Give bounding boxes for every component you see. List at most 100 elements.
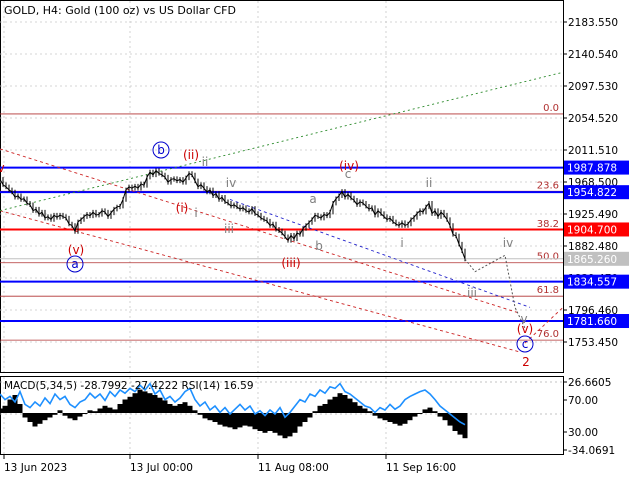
macd-histogram-bar bbox=[207, 413, 213, 421]
price-level-tag-label: 1834.557 bbox=[567, 277, 617, 289]
macd-histogram-bar bbox=[67, 413, 73, 419]
macd-histogram-bar bbox=[252, 413, 258, 430]
fib-level-label: 61.8 bbox=[537, 285, 559, 296]
macd-histogram-bar bbox=[227, 413, 233, 428]
macd-histogram-bar bbox=[112, 409, 118, 413]
wave-label: a bbox=[71, 257, 78, 271]
macd-histogram-bar bbox=[287, 413, 293, 437]
macd-histogram-bar bbox=[342, 395, 348, 413]
indicator-tick-label: 70.00 bbox=[568, 395, 598, 407]
wave-label: b bbox=[315, 239, 323, 253]
macd-histogram-bar bbox=[202, 413, 208, 419]
macd-histogram-bar bbox=[222, 413, 228, 427]
macd-histogram-bar bbox=[442, 413, 448, 421]
macd-histogram-bar bbox=[17, 404, 23, 413]
macd-histogram-bar bbox=[77, 413, 83, 417]
price-tick-label: 1882.480 bbox=[568, 241, 618, 253]
macd-histogram-bar bbox=[187, 405, 193, 413]
macd-histogram-bar bbox=[107, 407, 113, 413]
macd-histogram-bar bbox=[297, 413, 303, 427]
price-level-tag-label: 1865.260 bbox=[567, 254, 617, 266]
macd-histogram-bar bbox=[167, 404, 173, 413]
macd-histogram-bar bbox=[122, 399, 128, 413]
macd-histogram-bar bbox=[432, 411, 438, 413]
macd-histogram-bar bbox=[377, 413, 383, 419]
macd-histogram-bar bbox=[337, 393, 343, 413]
macd-histogram-bar bbox=[407, 413, 413, 421]
wave-label: iv bbox=[503, 236, 513, 250]
macd-histogram-bar bbox=[22, 413, 28, 418]
macd-histogram-bar bbox=[382, 413, 388, 421]
macd-histogram-bar bbox=[57, 410, 63, 413]
macd-histogram-bar bbox=[402, 413, 408, 424]
macd-histogram-bar bbox=[2, 405, 8, 413]
wave-label: ii bbox=[426, 176, 433, 190]
macd-histogram-bar bbox=[237, 413, 243, 428]
macd-histogram-bar bbox=[72, 413, 78, 421]
macd-histogram-bar bbox=[367, 411, 373, 413]
macd-histogram-bar bbox=[132, 393, 138, 413]
fib-level-label: 0.0 bbox=[543, 103, 559, 114]
indicator-tick-label: 30.00 bbox=[568, 427, 598, 439]
macd-histogram-bar bbox=[212, 413, 218, 422]
chart-window: 0.0 23.6 38.2 50.0 61.8 76.0 v (v) a b (ii) ii (i) i… bbox=[0, 0, 640, 480]
macd-histogram-bar bbox=[312, 411, 318, 413]
price-axis: 2183.550 2140.540 2097.530 2054.520 2011.510… bbox=[563, 17, 618, 349]
time-axis: 13 Jun 2023 13 Jul 00:00 11 Aug 08:00 11 Se… bbox=[3, 455, 456, 474]
macd-histogram-bar bbox=[142, 391, 148, 413]
macd-histogram-bar bbox=[327, 399, 333, 413]
macd-histogram-bar bbox=[37, 413, 43, 424]
macd-histogram-bar bbox=[412, 413, 418, 417]
macd-histogram-bar bbox=[152, 395, 158, 413]
wave-label: (iv) bbox=[339, 159, 359, 173]
macd-histogram-bar bbox=[197, 413, 203, 415]
macd-histogram-bar bbox=[117, 404, 123, 413]
macd-histogram-bar bbox=[147, 393, 153, 413]
price-tick-label: 1925.490 bbox=[568, 209, 618, 221]
wave-label: i bbox=[194, 206, 197, 220]
macd-histogram-bar bbox=[302, 413, 308, 422]
macd-histogram-bar bbox=[257, 413, 263, 431]
macd-histogram-bar bbox=[92, 411, 98, 413]
macd-histogram-bar bbox=[162, 400, 168, 413]
wave-label: a bbox=[309, 192, 316, 206]
macd-histogram-bar bbox=[177, 404, 183, 413]
macd-histogram-bar bbox=[137, 389, 143, 413]
macd-histogram-bar bbox=[272, 413, 278, 433]
macd-histogram-bar bbox=[397, 413, 403, 426]
wave-label: 2 bbox=[522, 355, 530, 369]
indicator-axis: 26.6605 70.00 30.00 -34.0691 bbox=[563, 377, 615, 457]
macd-histogram-bar bbox=[87, 410, 93, 413]
macd-histogram-bar bbox=[347, 398, 353, 413]
indicator-tick-label: 26.6605 bbox=[568, 377, 611, 389]
wave-label: (v) bbox=[517, 322, 533, 336]
macd-histogram-bar bbox=[462, 413, 468, 439]
macd-histogram-bar bbox=[192, 410, 198, 413]
macd-histogram-bar bbox=[62, 413, 68, 416]
macd-histogram-bar bbox=[362, 408, 368, 413]
wave-label: iii bbox=[467, 286, 477, 300]
wave-label: ii bbox=[202, 155, 209, 169]
time-tick-label: 11 Sep 16:00 bbox=[386, 462, 456, 474]
macd-histogram-bar bbox=[357, 405, 363, 413]
chart-canvas[interactable]: 0.023.638.250.061.876.0 v(v)ab (ii) ii(i) i… bbox=[0, 0, 640, 480]
price-tick-label: 2054.520 bbox=[568, 113, 618, 125]
macd-histogram-bar bbox=[422, 409, 428, 413]
indicator-tick-label: -34.0691 bbox=[568, 445, 615, 457]
macd-histogram-bar bbox=[52, 413, 58, 415]
macd-histogram-bar bbox=[292, 413, 298, 433]
wave-label: v bbox=[0, 161, 5, 175]
macd-histogram-bar bbox=[42, 413, 48, 421]
macd-histogram-bar bbox=[392, 413, 398, 424]
macd-histogram-bar bbox=[232, 413, 238, 430]
price-tick-label: 1753.450 bbox=[568, 337, 618, 349]
indicator-title: MACD(5,34,5) -28.7992 -27.4222 RSI(14) 1… bbox=[4, 380, 254, 392]
wave-label: c bbox=[522, 337, 529, 351]
price-tick-label: 2140.540 bbox=[568, 49, 618, 61]
fib-level-label: 23.6 bbox=[537, 180, 559, 191]
fib-level-label: 76.0 bbox=[537, 329, 559, 340]
fib-level-label: 38.2 bbox=[537, 219, 559, 230]
macd-histogram-bar bbox=[322, 404, 328, 413]
macd-histogram-bar bbox=[217, 413, 223, 425]
macd-histogram-bar bbox=[102, 405, 108, 413]
